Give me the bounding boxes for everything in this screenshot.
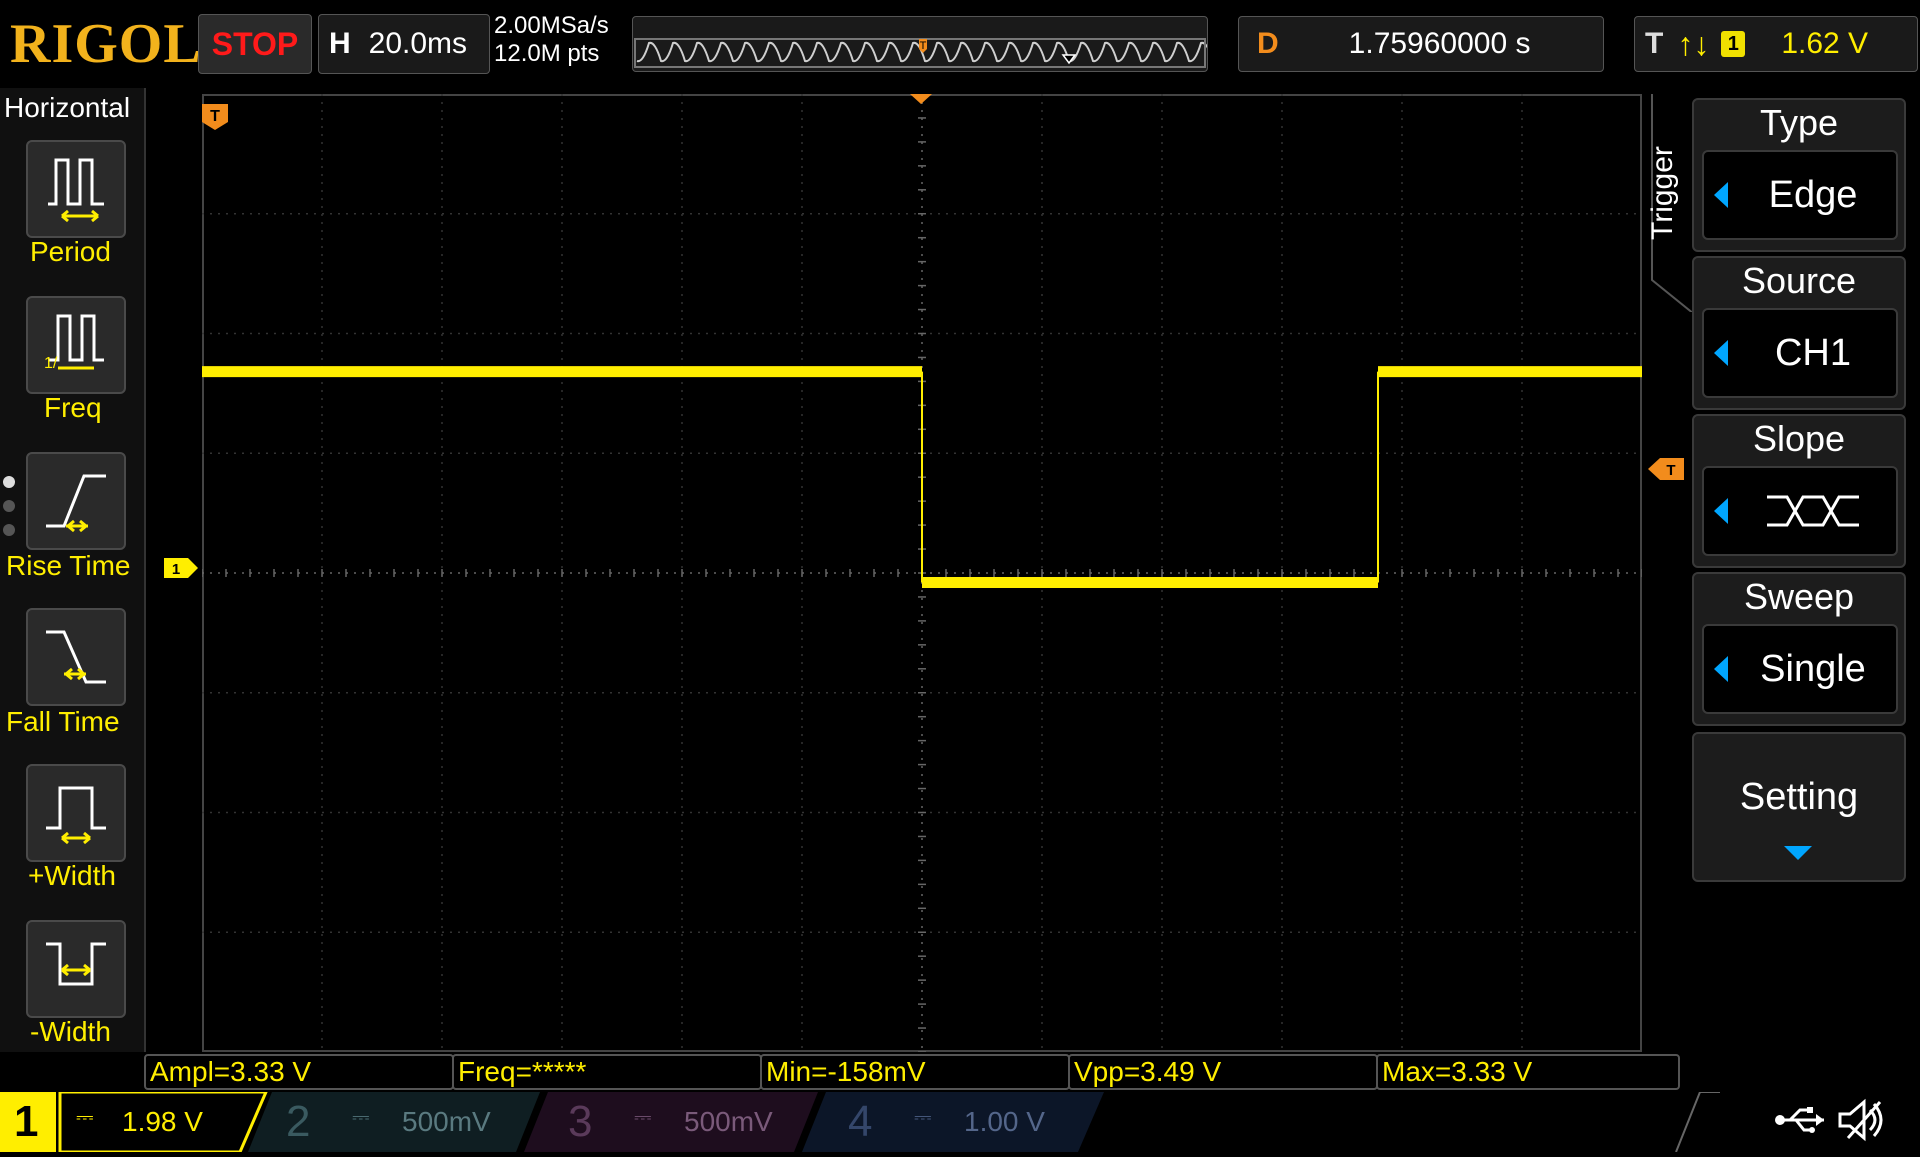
menu-page-dot-active [3, 476, 15, 488]
memory-overview-bar[interactable]: T [632, 16, 1214, 72]
speaker-muted-icon[interactable] [1836, 1098, 1892, 1142]
memory-depth: 12.0M pts [494, 40, 600, 67]
trigger-slope-selector[interactable] [1702, 466, 1898, 556]
trigger-source-badge: 1 [1721, 31, 1746, 57]
measure-fall-time-label: Fall Time [6, 706, 120, 737]
measurement-amplitude[interactable]: Ampl=3.33 V [144, 1054, 454, 1090]
menu-page-dot [3, 524, 15, 536]
delay-value: 1.75960000 s [1348, 27, 1531, 60]
measure-freq-label: Freq [44, 392, 102, 423]
timebase-value: 20.0ms [368, 27, 468, 60]
measure-negative-width-button[interactable] [26, 920, 126, 1018]
measure-freq-button[interactable]: 1/ [26, 296, 126, 394]
graticule: T [201, 93, 1643, 1053]
svg-text:T: T [920, 40, 927, 52]
positive-width-icon [46, 786, 106, 845]
freq-icon: 1/ [44, 314, 104, 372]
channel1-coupling-icon: ⎓ [76, 1104, 94, 1129]
channel4-coupling-icon: ⎓ [914, 1104, 932, 1129]
fall-time-icon [46, 630, 106, 684]
acquisition-info: 2.00MSa/s 12.0M pts [494, 12, 626, 72]
measure-period-label: Period [30, 236, 111, 267]
trigger-type-control[interactable]: Type Edge [1692, 98, 1906, 252]
channel1-scale[interactable]: 1.98 V [122, 1092, 203, 1152]
trigger-slope-icon: ↑↓ [1677, 25, 1710, 62]
measure-fall-time-button[interactable] [26, 608, 126, 706]
usb-icon [1774, 1102, 1830, 1138]
channel2-scale[interactable]: 500mV [402, 1092, 491, 1152]
trigger-position-marker [910, 94, 932, 104]
trigger-indicator[interactable]: T ↑↓ 1 1.62 V [1634, 16, 1918, 72]
measure-rise-time-label: Rise Time [6, 550, 131, 581]
measurement-frequency[interactable]: Freq=***** [452, 1054, 762, 1090]
trigger-menu-title: Trigger [1646, 146, 1679, 240]
channel1-button[interactable]: 1 [14, 1092, 38, 1152]
chevron-left-icon [1714, 498, 1728, 524]
measurement-peak-to-peak[interactable]: Vpp=3.49 V [1068, 1054, 1378, 1090]
trigger-setting-button[interactable]: Setting [1692, 732, 1906, 882]
channel1-offset-marker[interactable]: 1 [164, 558, 200, 578]
trigger-level-marker[interactable]: T [1648, 458, 1686, 480]
measure-positive-width-label: +Width [28, 860, 116, 891]
channel3-scale[interactable]: 500mV [684, 1092, 773, 1152]
channel1-offset-marker-label: 1 [172, 561, 180, 578]
chevron-left-icon [1714, 340, 1728, 366]
channel3-button[interactable]: 3 [568, 1092, 592, 1152]
delay-label: D [1257, 27, 1279, 60]
trigger-left-marker: T [202, 104, 228, 130]
chevron-left-icon [1714, 182, 1728, 208]
measurement-maximum[interactable]: Max=3.33 V [1376, 1054, 1680, 1090]
chevron-down-icon [1784, 846, 1812, 860]
trigger-level-marker-label: T [1666, 462, 1675, 479]
measure-rise-time-button[interactable] [26, 452, 126, 550]
negative-width-icon [46, 942, 106, 986]
either-edge-icon [1767, 495, 1859, 527]
trigger-sweep-value: Single [1760, 647, 1866, 690]
chevron-left-icon [1714, 656, 1728, 682]
trigger-type-value: Edge [1768, 173, 1858, 216]
channel4-button[interactable]: 4 [848, 1092, 872, 1152]
channel4-scale[interactable]: 1.00 V [964, 1092, 1045, 1152]
run-stop-button[interactable]: STOP [198, 14, 312, 74]
trigger-level-value: 1.62 V [1781, 27, 1869, 60]
trigger-slope-control[interactable]: Slope [1692, 414, 1906, 568]
sample-rate: 2.00MSa/s [494, 12, 609, 39]
measure-positive-width-button[interactable] [26, 764, 126, 862]
trigger-sweep-selector[interactable]: Single [1702, 624, 1898, 714]
delay-indicator[interactable]: D 1.75960000 s [1238, 16, 1604, 72]
timebase-indicator[interactable]: H 20.0ms [318, 14, 490, 74]
trigger-left-marker-label: T [210, 108, 220, 125]
trigger-setting-label: Setting [1739, 776, 1859, 818]
trigger-label: T [1645, 27, 1664, 60]
measure-menu-title: Horizontal [4, 92, 131, 123]
svg-text:1/: 1/ [44, 355, 58, 372]
trigger-source-label: Source [1741, 260, 1857, 301]
channel1-waveform-edges [921, 371, 1379, 583]
waveform-display[interactable]: T [201, 93, 1643, 1053]
menu-page-dot [3, 500, 15, 512]
channel2-coupling-icon: ⎓ [352, 1104, 370, 1129]
timebase-label: H [329, 27, 351, 60]
trigger-slope-label: Slope [1752, 418, 1846, 459]
trigger-slope-value [1730, 468, 1896, 554]
brand-logo: RIGOL [10, 13, 202, 75]
trigger-source-control[interactable]: Source CH1 [1692, 256, 1906, 410]
measurement-minimum[interactable]: Min=-158mV [760, 1054, 1070, 1090]
rise-time-icon [46, 474, 106, 533]
trigger-type-label: Type [1759, 102, 1839, 143]
channel2-button[interactable]: 2 [286, 1092, 310, 1152]
trigger-type-selector[interactable]: Edge [1702, 150, 1898, 240]
memory-overview-waveform: T [634, 38, 1214, 68]
measure-negative-width-label: -Width [30, 1016, 111, 1047]
channel3-coupling-icon: ⎓ [634, 1104, 652, 1129]
trigger-sweep-control[interactable]: Sweep Single [1692, 572, 1906, 726]
period-icon [48, 158, 104, 223]
measure-period-button[interactable] [26, 140, 126, 238]
trigger-source-selector[interactable]: CH1 [1702, 308, 1898, 398]
trigger-source-value: CH1 [1774, 331, 1852, 374]
trigger-sweep-label: Sweep [1743, 576, 1855, 617]
